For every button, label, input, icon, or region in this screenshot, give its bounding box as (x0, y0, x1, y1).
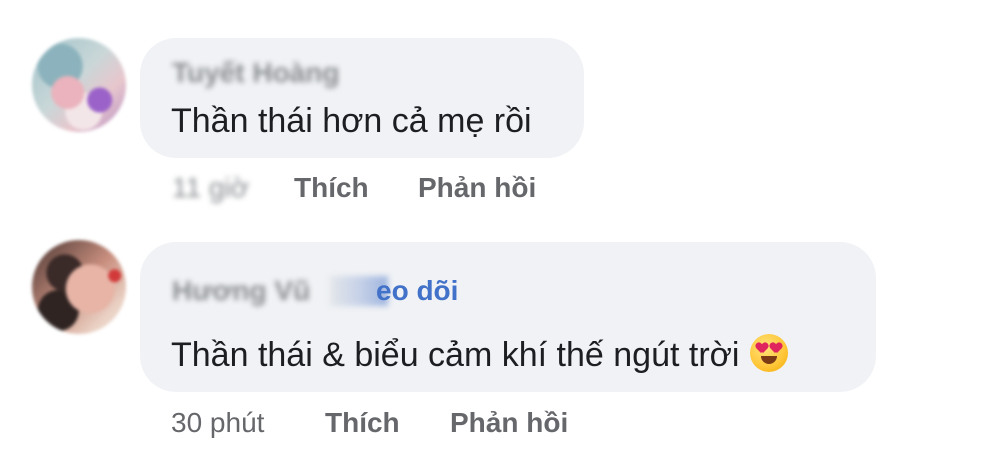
avatar[interactable] (32, 240, 126, 334)
reply-button[interactable]: Phản hồi (418, 172, 536, 204)
reply-button[interactable]: Phản hồi (450, 407, 568, 439)
follow-link[interactable]: eo dõi (376, 275, 458, 307)
comment-thread: Tuyết Hoàng Thần thái hơn cả mẹ rồi 11 g… (0, 0, 1000, 458)
comment-text: Thần thái & biểu cảm khí thế ngút trời (171, 336, 740, 374)
comment-timestamp[interactable]: 30 phút (171, 407, 264, 439)
comment-text: Thần thái hơn cả mẹ rồi (171, 102, 532, 140)
like-button[interactable]: Thích (294, 172, 369, 204)
smiling-face-with-heart-eyes-icon (749, 334, 788, 372)
comment-author-name[interactable]: Hương Vũ (172, 275, 310, 307)
smile-mouth (760, 356, 777, 364)
comment-author-name[interactable]: Tuyết Hoàng (172, 57, 339, 89)
avatar[interactable] (32, 38, 126, 132)
comment-text-row: Thần thái & biểu cảm khí thế ngút trời (171, 334, 788, 375)
like-button[interactable]: Thích (325, 407, 400, 439)
heart-eye-icon (770, 343, 782, 354)
comment-timestamp[interactable]: 11 giờ (172, 172, 249, 204)
heart-eye-icon (756, 343, 768, 354)
